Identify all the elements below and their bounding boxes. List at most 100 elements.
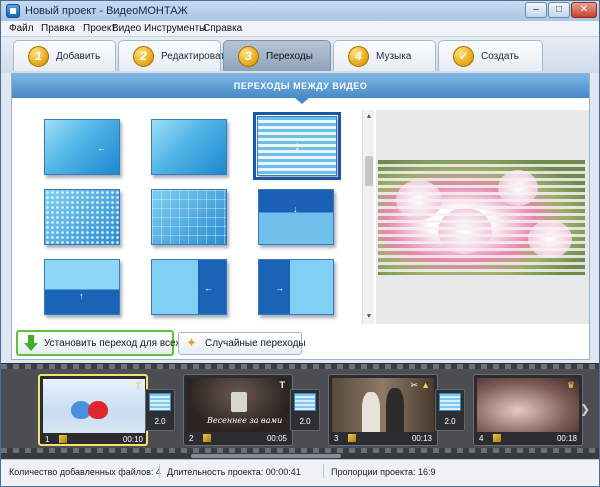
right-arrow-icon: → (275, 283, 284, 293)
scroll-up-icon[interactable]: ▲ (364, 112, 374, 122)
tab-create[interactable]: ✓ Создать (438, 40, 543, 71)
transition-duration: 2.0 (154, 417, 166, 426)
tab-add[interactable]: 1 Добавить (13, 40, 116, 71)
tab-label: Переходы (266, 51, 313, 62)
timeline-next-icon[interactable]: ❯ (579, 394, 591, 424)
text-badge-icon: T (135, 381, 142, 391)
clip-duration: 00:18 (556, 434, 577, 443)
clip-number: 4 (479, 434, 484, 443)
left-arrow-icon: ← (204, 283, 213, 293)
down-arrow-icon: ↓ (294, 138, 301, 153)
transition-duration: 2.0 (299, 417, 311, 426)
maximize-button[interactable]: □ (548, 2, 570, 18)
timeline-clip-1[interactable]: T 1 00:10 (38, 374, 148, 446)
edit-pencil-icon[interactable] (348, 434, 356, 442)
clip-footer: 1 00:10 (43, 434, 145, 446)
scrollbar-thumb[interactable] (365, 156, 373, 186)
transitions-panel: ПЕРЕХОДЫ МЕЖДУ ВИДЕО ← ↓ ↓ ↑ ← → ▲ ▼ Уст… (11, 73, 590, 360)
clip-thumbnail: T (43, 379, 145, 433)
transition-thumb[interactable] (151, 119, 227, 175)
step-number-badge: 3 (238, 46, 259, 67)
clip-duration: 00:10 (122, 435, 143, 444)
timeline-clip-2[interactable]: Весеннее за вами T 2 00:05 (183, 374, 293, 446)
tab-label: Музыка (376, 51, 412, 62)
transition-thumb-selected[interactable]: ↓ (253, 112, 341, 180)
checkmark-icon: ✓ (453, 46, 474, 67)
heart-icon (88, 401, 108, 419)
clip-transition-slot[interactable]: 2.0 (290, 389, 320, 431)
step-number-badge: 4 (348, 46, 369, 67)
app-window: Новый проект - ВидеоМОНТАЖ – □ ✕ Файл Пр… (0, 0, 600, 487)
transition-thumb[interactable] (151, 189, 227, 245)
clip-transition-slot[interactable]: 2.0 (435, 389, 465, 431)
clip-duration: 00:05 (266, 434, 287, 443)
edit-pencil-icon[interactable] (493, 434, 501, 442)
up-arrow-icon: ↑ (79, 291, 84, 301)
menu-tools[interactable]: Инструменты (144, 23, 206, 34)
transition-thumb[interactable]: ← (151, 259, 227, 315)
status-bar: Количество добавленных файлов: 4 Длитель… (1, 459, 599, 486)
transition-grid: ← ↓ ↓ ↑ ← → (12, 104, 362, 324)
button-label: Случайные переходы (205, 338, 306, 349)
transition-thumbnail (149, 393, 171, 411)
transition-thumb[interactable]: ↑ (44, 259, 120, 315)
clip-number: 2 (189, 434, 194, 443)
tab-label: Создать (481, 51, 520, 62)
transition-duration: 2.0 (444, 417, 456, 426)
edit-pencil-icon[interactable] (59, 435, 67, 443)
scrollbar-thumb[interactable] (191, 454, 341, 458)
menu-project[interactable]: Проект (83, 23, 116, 34)
scroll-down-icon[interactable]: ▼ (364, 312, 374, 322)
clip-thumbnail: ✂ ▲ (332, 378, 434, 432)
tab-edit[interactable]: 2 Редактировать (118, 40, 230, 71)
file-count: Количество добавленных файлов: 4 (9, 467, 161, 477)
transition-thumb[interactable] (44, 189, 120, 245)
set-transition-for-all-button[interactable]: Установить переход для всех (16, 330, 180, 356)
preview-pane (376, 110, 589, 324)
menu-file[interactable]: Файл (9, 23, 34, 34)
menu-video[interactable]: Видео (112, 23, 141, 34)
transition-thumb[interactable]: ← (44, 119, 120, 175)
clip-footer: 3 00:13 (332, 433, 434, 445)
clip-caption: Весеннее за вами (207, 416, 283, 425)
step-number-badge: 1 (28, 46, 49, 67)
timeline-clip-3[interactable]: ✂ ▲ 3 00:13 (328, 374, 438, 446)
menu-bar: Файл Правка Проект Видео Инструменты Спр… (1, 21, 599, 37)
left-arrow-icon: ← (97, 143, 106, 153)
section-title: ПЕРЕХОДЫ МЕЖДУ ВИДЕО (12, 74, 589, 98)
timeline-clip-4[interactable]: ♛ 4 00:18 (473, 374, 583, 446)
step-number-badge: 2 (133, 46, 154, 67)
tab-transitions[interactable]: 3 Переходы (223, 40, 331, 71)
transition-thumb[interactable]: → (258, 259, 334, 315)
menu-help[interactable]: Справка (203, 23, 242, 34)
random-transitions-button[interactable]: ✦ Случайные переходы (178, 332, 306, 355)
transition-thumbnail (439, 393, 461, 411)
clip-duration: 00:13 (411, 434, 432, 443)
tab-label: Редактировать (161, 51, 231, 62)
grid-scrollbar[interactable]: ▲ ▼ (362, 110, 374, 324)
close-button[interactable]: ✕ (571, 2, 597, 18)
down-arrow-icon: ↓ (293, 204, 298, 214)
step-tabs: 1 Добавить 2 Редактировать 3 Переходы 4 … (1, 37, 599, 73)
button-label: Установить переход для всех (44, 338, 181, 349)
preview-image (378, 160, 585, 275)
clip-footer: 2 00:05 (187, 433, 289, 445)
edit-pencil-icon[interactable] (203, 434, 211, 442)
transition-thumb[interactable]: ↓ (258, 189, 334, 245)
tab-label: Добавить (56, 51, 101, 62)
window-title: Новый проект - ВидеоМОНТАЖ (25, 5, 188, 17)
action-bar: Установить переход для всех ✦ Случайные … (12, 326, 589, 359)
clip-thumbnail: Весеннее за вами T (187, 378, 289, 432)
clip-thumbnail: ♛ (477, 378, 579, 432)
app-logo-icon (6, 4, 20, 18)
clip-number: 1 (45, 435, 50, 444)
tab-music[interactable]: 4 Музыка (333, 40, 436, 71)
scissors-icon: ✂ (410, 380, 418, 390)
menu-edit[interactable]: Правка (41, 23, 75, 34)
clip-number: 3 (334, 434, 339, 443)
timeline: T 1 00:10 2.0 Весеннее за вами T 2 00:05 (1, 363, 599, 459)
project-aspect-ratio: Пропорции проекта: 16:9 (331, 467, 436, 477)
clip-transition-slot[interactable]: 2.0 (145, 389, 175, 431)
transition-thumbnail (294, 393, 316, 411)
minimize-button[interactable]: – (525, 2, 547, 18)
